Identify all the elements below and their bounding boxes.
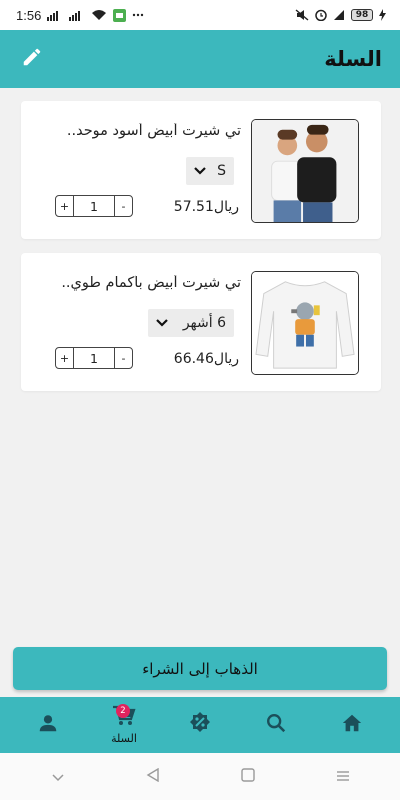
nav-search[interactable] bbox=[246, 697, 306, 753]
back-triangle-icon bbox=[146, 767, 160, 786]
item-price: 66.46ريال bbox=[173, 351, 239, 367]
profile-icon bbox=[37, 712, 59, 738]
search-icon bbox=[265, 712, 287, 738]
home-square-icon bbox=[240, 767, 255, 786]
discount-icon bbox=[188, 711, 212, 739]
status-bar: 1:56 98 bbox=[0, 0, 400, 30]
nav-home[interactable] bbox=[322, 697, 382, 753]
quantity-value: 1 bbox=[90, 350, 98, 366]
signal-icon bbox=[69, 10, 85, 21]
quantity-value: 1 bbox=[90, 198, 98, 214]
chevron-down-icon bbox=[156, 315, 168, 331]
wifi-icon bbox=[91, 9, 107, 21]
status-right: 98 bbox=[295, 9, 386, 21]
mute-icon bbox=[295, 9, 309, 21]
status-time: 1:56 bbox=[16, 7, 42, 23]
nav-profile[interactable] bbox=[18, 697, 78, 753]
product-image[interactable] bbox=[251, 119, 359, 223]
status-left: 1:56 bbox=[16, 8, 144, 23]
system-hide-button[interactable] bbox=[38, 757, 78, 797]
alarm-icon bbox=[315, 9, 327, 21]
chevron-down-icon bbox=[194, 163, 206, 179]
decrease-button[interactable]: - bbox=[114, 348, 132, 368]
item-title[interactable]: تي شيرت أبيض أسود موحد.. bbox=[41, 123, 241, 139]
quantity-stepper: + 1 - bbox=[55, 195, 133, 217]
system-nav-bar bbox=[0, 753, 400, 800]
app-bar: السلة bbox=[0, 30, 400, 88]
nav-discounts[interactable] bbox=[170, 697, 230, 753]
more-dots-icon bbox=[132, 13, 144, 17]
size-select[interactable]: 6 أشهر bbox=[148, 309, 234, 337]
nav-cart-label: السلة bbox=[111, 732, 137, 745]
system-back-button[interactable] bbox=[133, 757, 173, 797]
menu-lines-icon bbox=[336, 767, 350, 786]
decrease-button[interactable]: - bbox=[114, 196, 132, 216]
item-title[interactable]: تي شيرت أبيض بأكمام طوي.. bbox=[41, 275, 241, 291]
product-image[interactable] bbox=[251, 271, 359, 375]
quantity-stepper: + 1 - bbox=[55, 347, 133, 369]
size-value: 6 أشهر bbox=[182, 315, 226, 331]
size-select[interactable]: S bbox=[186, 157, 234, 185]
increase-button[interactable]: + bbox=[56, 348, 74, 368]
battery-indicator: 98 bbox=[351, 9, 373, 21]
page-title: السلة bbox=[324, 47, 382, 71]
bottom-nav: 2 السلة bbox=[0, 697, 400, 753]
charging-icon bbox=[379, 9, 386, 21]
item-price: 57.51ريال bbox=[173, 199, 239, 215]
cart-item-card: تي شيرت أبيض بأكمام طوي.. 6 أشهر 66.46ري… bbox=[21, 253, 381, 391]
edit-button[interactable] bbox=[18, 45, 46, 73]
signal-off-icon bbox=[333, 9, 345, 21]
increase-button[interactable]: + bbox=[56, 196, 74, 216]
chevron-down-icon bbox=[51, 767, 64, 786]
app-notification-icon bbox=[113, 8, 127, 22]
signal-icon bbox=[47, 10, 63, 21]
system-home-button[interactable] bbox=[228, 757, 268, 797]
nav-cart[interactable]: 2 السلة bbox=[94, 697, 154, 753]
home-icon bbox=[341, 712, 363, 738]
size-value: S bbox=[217, 163, 226, 179]
cart-item-card: تي شيرت أبيض أسود موحد.. S 57.51ريال + 1… bbox=[21, 101, 381, 239]
checkout-button[interactable]: الذهاب إلى الشراء bbox=[13, 647, 387, 690]
system-menu-button[interactable] bbox=[323, 757, 363, 797]
pencil-icon bbox=[21, 46, 43, 72]
cart-badge: 2 bbox=[116, 704, 130, 718]
